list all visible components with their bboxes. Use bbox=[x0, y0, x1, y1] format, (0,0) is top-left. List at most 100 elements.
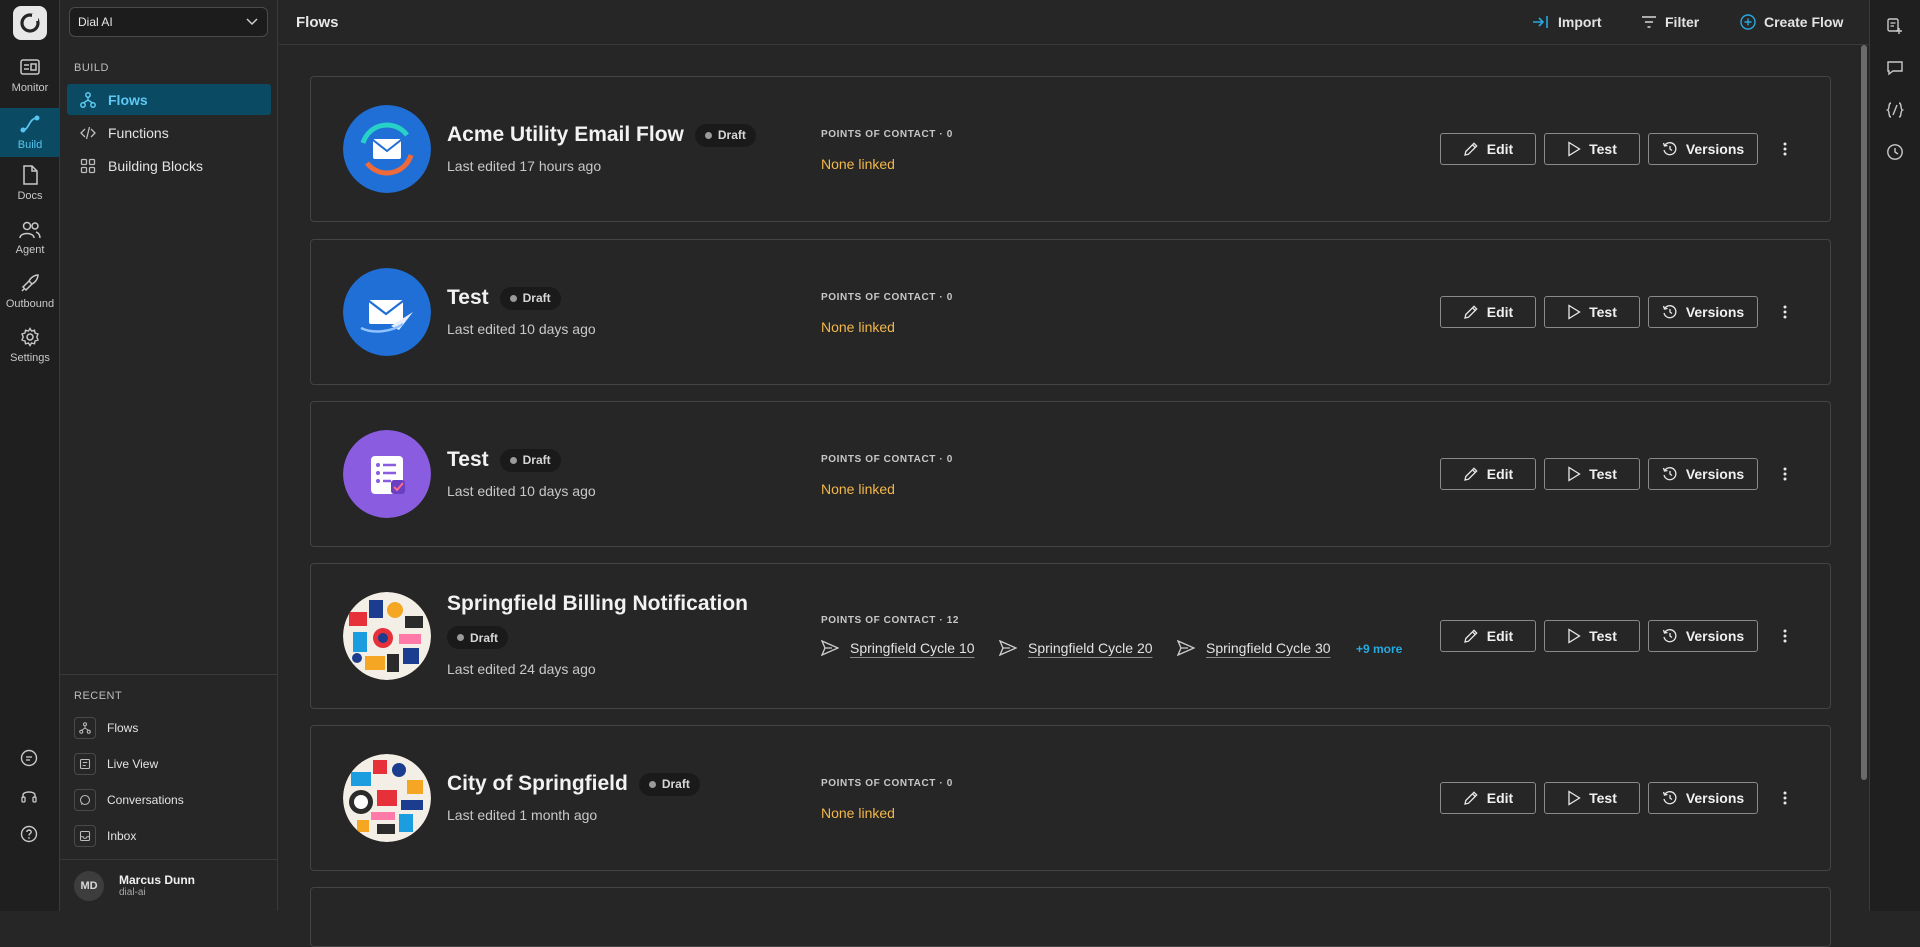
status-dot bbox=[648, 780, 656, 788]
play-icon bbox=[1568, 466, 1581, 482]
none-linked: None linked bbox=[821, 481, 895, 497]
recent-item-live-view[interactable]: Live View bbox=[74, 752, 158, 776]
chat-icon[interactable] bbox=[1886, 59, 1904, 77]
rail-item-monitor[interactable]: Monitor bbox=[0, 50, 60, 100]
sidebar-item-functions[interactable]: Functions bbox=[67, 117, 271, 148]
points-of-contact-label: POINTS OF CONTACT · 12 bbox=[821, 615, 960, 626]
collage-avatar bbox=[343, 592, 431, 680]
rail-item-build[interactable]: Build bbox=[0, 108, 60, 157]
chat-support-icon[interactable] bbox=[20, 749, 40, 769]
status-label: Draft bbox=[661, 777, 690, 791]
more-options-icon[interactable] bbox=[1777, 466, 1793, 482]
recent-item-inbox[interactable]: Inbox bbox=[74, 824, 136, 848]
versions-label: Versions bbox=[1685, 628, 1745, 644]
flow-card[interactable]: Acme Utility Email Flow Draft Last edite… bbox=[310, 76, 1831, 222]
recent-item-label: Flows bbox=[107, 721, 139, 735]
more-options-icon[interactable] bbox=[1777, 141, 1793, 157]
edit-label: Edit bbox=[1486, 466, 1514, 482]
versions-label: Versions bbox=[1685, 141, 1745, 157]
docs-icon bbox=[23, 165, 38, 185]
sidebar-item-building-blocks[interactable]: Building Blocks bbox=[67, 150, 271, 181]
variables-icon[interactable] bbox=[1886, 101, 1904, 119]
sidebar-item-flows[interactable]: Flows bbox=[67, 84, 271, 115]
points-of-contact-label: POINTS OF CONTACT · 0 bbox=[821, 129, 953, 140]
rail-label-build: Build bbox=[17, 139, 43, 151]
test-button[interactable]: Test bbox=[1544, 620, 1640, 652]
create-flow-button[interactable]: Create Flow bbox=[1740, 12, 1843, 32]
flow-card[interactable]: City of Springfield Draft Last edited 1 … bbox=[310, 725, 1831, 871]
flow-title[interactable]: Test bbox=[447, 286, 489, 310]
pencil-icon bbox=[1463, 142, 1478, 156]
edit-button[interactable]: Edit bbox=[1440, 782, 1536, 814]
play-icon bbox=[1568, 141, 1581, 157]
rail-label-monitor: Monitor bbox=[11, 82, 49, 94]
blocks-icon bbox=[80, 158, 96, 173]
versions-button[interactable]: Versions bbox=[1648, 133, 1758, 165]
flow-card-partial[interactable] bbox=[310, 887, 1831, 947]
rail-label-docs: Docs bbox=[17, 190, 43, 202]
recent-item-conversations[interactable]: Conversations bbox=[74, 788, 184, 812]
history-icon bbox=[1662, 305, 1677, 319]
workspace-select[interactable]: Dial AI bbox=[69, 7, 268, 37]
edit-button[interactable]: Edit bbox=[1440, 620, 1536, 652]
flow-card[interactable]: Test Draft Last edited 10 days ago POINT… bbox=[310, 239, 1831, 385]
build-icon bbox=[20, 115, 40, 133]
section-label-recent: RECENT bbox=[74, 690, 123, 702]
versions-button[interactable]: Versions bbox=[1648, 782, 1758, 814]
versions-button[interactable]: Versions bbox=[1648, 296, 1758, 328]
play-icon bbox=[1568, 304, 1581, 320]
scrollbar-thumb[interactable] bbox=[1861, 45, 1867, 780]
versions-button[interactable]: Versions bbox=[1648, 458, 1758, 490]
agent-icon bbox=[19, 221, 41, 239]
none-linked: None linked bbox=[821, 156, 895, 172]
flow-title[interactable]: City of Springfield bbox=[447, 772, 628, 796]
import-button[interactable]: Import bbox=[1532, 12, 1602, 32]
edit-button[interactable]: Edit bbox=[1440, 458, 1536, 490]
edit-button[interactable]: Edit bbox=[1440, 133, 1536, 165]
test-button[interactable]: Test bbox=[1544, 782, 1640, 814]
rail-item-settings[interactable]: Settings bbox=[0, 320, 60, 370]
secondary-sidebar: Dial AI BUILD Flows Functions Building B… bbox=[60, 0, 278, 911]
app-logo[interactable] bbox=[13, 6, 47, 40]
logo-icon bbox=[20, 13, 40, 33]
help-icon[interactable] bbox=[20, 825, 40, 845]
import-icon bbox=[1533, 16, 1548, 28]
sidebar-item-label: Flows bbox=[108, 91, 148, 108]
recent-item-flows[interactable]: Flows bbox=[74, 716, 138, 740]
flow-card[interactable]: Springfield Billing Notification Draft L… bbox=[310, 563, 1831, 709]
more-options-icon[interactable] bbox=[1777, 304, 1793, 320]
test-button[interactable]: Test bbox=[1544, 296, 1640, 328]
versions-label: Versions bbox=[1685, 466, 1745, 482]
flow-title[interactable]: Test bbox=[447, 448, 489, 472]
contact-label: Springfield Cycle 20 bbox=[1028, 640, 1153, 656]
versions-button[interactable]: Versions bbox=[1648, 620, 1758, 652]
rail-item-agent[interactable]: Agent bbox=[0, 212, 60, 262]
more-options-icon[interactable] bbox=[1777, 628, 1793, 644]
contact-link[interactable]: Springfield Cycle 30 bbox=[1177, 640, 1331, 656]
edit-label: Edit bbox=[1486, 790, 1514, 806]
flow-card[interactable]: Test Draft Last edited 10 days ago POINT… bbox=[310, 401, 1831, 547]
user-profile[interactable]: MD Marcus Dunn dial-ai bbox=[60, 860, 278, 911]
rail-item-outbound[interactable]: Outbound bbox=[0, 266, 60, 316]
assistant-icon[interactable] bbox=[1886, 17, 1904, 35]
headset-icon[interactable] bbox=[20, 787, 40, 807]
contact-link[interactable]: Springfield Cycle 20 bbox=[999, 640, 1153, 656]
flow-title[interactable]: Acme Utility Email Flow bbox=[447, 123, 684, 147]
contact-link[interactable]: Springfield Cycle 10 bbox=[821, 640, 975, 656]
rail-item-docs[interactable]: Docs bbox=[0, 158, 60, 208]
filter-button[interactable]: Filter bbox=[1641, 12, 1699, 32]
flow-title[interactable]: Springfield Billing Notification bbox=[447, 592, 748, 615]
edit-button[interactable]: Edit bbox=[1440, 296, 1536, 328]
history-icon[interactable] bbox=[1886, 143, 1904, 161]
more-contacts-link[interactable]: +9 more bbox=[1356, 642, 1402, 656]
sidebar-item-label: Functions bbox=[108, 124, 169, 141]
versions-label: Versions bbox=[1685, 790, 1745, 806]
test-button[interactable]: Test bbox=[1544, 133, 1640, 165]
status-badge: Draft bbox=[499, 448, 561, 472]
scrollbar[interactable] bbox=[1859, 45, 1869, 911]
more-options-icon[interactable] bbox=[1777, 790, 1793, 806]
test-button[interactable]: Test bbox=[1544, 458, 1640, 490]
filter-label: Filter bbox=[1665, 14, 1700, 30]
edit-label: Edit bbox=[1486, 304, 1514, 320]
right-rail bbox=[1869, 0, 1920, 911]
